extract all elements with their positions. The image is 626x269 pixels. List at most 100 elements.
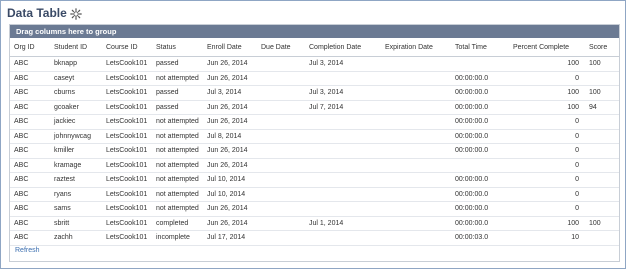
table-cell: LetsCook101 — [102, 158, 152, 173]
table-cell: ABC — [10, 56, 50, 72]
column-header-due-date[interactable]: Due Date — [257, 38, 305, 57]
table-cell — [381, 187, 451, 202]
table-cell: sams — [50, 201, 102, 217]
table-cell: not attempted — [152, 201, 203, 217]
column-header-total-time[interactable]: Total Time — [451, 38, 509, 57]
table-cell: 100 — [509, 216, 585, 231]
table-row[interactable]: ABC zachh LetsCook101 incomplete Jul 17, 201… — [10, 230, 619, 246]
table-row[interactable]: ABC sams LetsCook101 not attempted Jun 26, 2… — [10, 201, 619, 217]
table-cell: Jun 26, 2014 — [203, 216, 257, 231]
table-cell — [257, 216, 305, 231]
table-cell: LetsCook101 — [102, 56, 152, 72]
table-row[interactable]: ABC sbritt LetsCook101 completed Jun 26, 201… — [10, 216, 619, 231]
table-cell: not attempted — [152, 158, 203, 173]
table-cell: not attempted — [152, 143, 203, 159]
table-cell: raztest — [50, 172, 102, 188]
table-row[interactable]: ABC ryans LetsCook101 not attempted Jul 10, … — [10, 187, 619, 202]
table-cell — [585, 158, 619, 173]
table-cell: 00:00:00.0 — [451, 143, 509, 159]
table-row[interactable]: ABC caseyt LetsCook101 not attempted Jun 26,… — [10, 71, 619, 86]
table-cell: 0 — [509, 158, 585, 173]
table-cell — [381, 216, 451, 231]
column-header-expiration-date[interactable]: Expiration Date — [381, 38, 451, 57]
table-cell: Jul 1, 2014 — [305, 216, 381, 231]
table-cell — [257, 100, 305, 115]
table-cell: ryans — [50, 187, 102, 202]
table-cell: not attempted — [152, 129, 203, 144]
table-cell — [381, 85, 451, 101]
table-cell: ABC — [10, 158, 50, 173]
table-cell — [381, 158, 451, 173]
table-cell: Jul 10, 2014 — [203, 172, 257, 188]
gear-icon[interactable] — [69, 7, 82, 20]
table-cell: Jun 26, 2014 — [203, 100, 257, 115]
table-cell — [381, 230, 451, 246]
column-header-completion-date[interactable]: Completion Date — [305, 38, 381, 57]
table-cell: 100 — [509, 85, 585, 101]
table-cell — [257, 143, 305, 159]
table-cell — [257, 129, 305, 144]
table-cell: ABC — [10, 187, 50, 202]
table-row[interactable]: ABC jackiec LetsCook101 not attempted Jun 26… — [10, 114, 619, 130]
table-row[interactable]: ABC johnnywcag LetsCook101 not attempted Jul… — [10, 129, 619, 144]
column-header-status[interactable]: Status — [152, 38, 203, 57]
table-cell — [257, 56, 305, 72]
table-row[interactable]: ABC cburns LetsCook101 passed Jul 3, 2014 Jul… — [10, 85, 619, 101]
table-cell — [381, 114, 451, 130]
table-cell: not attempted — [152, 114, 203, 130]
table-cell: 100 — [509, 56, 585, 72]
table-cell — [305, 71, 381, 86]
data-table: Org ID Student ID Course ID Status Enroll Da… — [10, 38, 619, 246]
table-cell: ABC — [10, 143, 50, 159]
table-cell: 0 — [509, 143, 585, 159]
table-cell: 0 — [509, 201, 585, 217]
table-cell — [381, 143, 451, 159]
table-cell: 100 — [585, 216, 619, 231]
table-cell: LetsCook101 — [102, 143, 152, 159]
table-cell — [305, 143, 381, 159]
table-cell: sbritt — [50, 216, 102, 231]
table-cell: ABC — [10, 230, 50, 246]
refresh-link[interactable]: Refresh — [15, 247, 40, 254]
table-cell: 100 — [585, 85, 619, 101]
column-header-score[interactable]: Score — [585, 38, 619, 57]
table-cell: 0 — [509, 129, 585, 144]
table-cell: Jul 10, 2014 — [203, 187, 257, 202]
table-cell: Jul 17, 2014 — [203, 230, 257, 246]
table-cell — [381, 56, 451, 72]
table-cell: not attempted — [152, 71, 203, 86]
table-cell: LetsCook101 — [102, 71, 152, 86]
table-cell: LetsCook101 — [102, 230, 152, 246]
data-grid: Drag columns here to group Org ID Student… — [9, 24, 620, 262]
panel-header: Data Table — [7, 5, 82, 21]
table-cell — [305, 129, 381, 144]
table-row[interactable]: ABC raztest LetsCook101 not attempted Jul 10… — [10, 172, 619, 188]
table-cell: kmiller — [50, 143, 102, 159]
group-drop-zone[interactable]: Drag columns here to group — [10, 25, 619, 38]
table-cell — [381, 71, 451, 86]
table-cell: ABC — [10, 216, 50, 231]
column-header-course-id[interactable]: Course ID — [102, 38, 152, 57]
table-cell: bknapp — [50, 56, 102, 72]
table-cell: LetsCook101 — [102, 172, 152, 188]
data-table-panel: Data Table Drag columns here to group Or… — [0, 0, 626, 269]
column-header-percent-complete[interactable]: Percent Complete — [509, 38, 585, 57]
table-cell: 0 — [509, 172, 585, 188]
table-cell: LetsCook101 — [102, 187, 152, 202]
column-header-student-id[interactable]: Student ID — [50, 38, 102, 57]
table-row[interactable]: ABC gcoaker LetsCook101 passed Jun 26, 2014 J… — [10, 100, 619, 115]
table-cell: Jul 8, 2014 — [203, 129, 257, 144]
table-cell — [257, 71, 305, 86]
column-header-org-id[interactable]: Org ID — [10, 38, 50, 57]
table-cell: 00:00:03.0 — [451, 230, 509, 246]
table-row[interactable]: ABC kmiller LetsCook101 not attempted Jun 26… — [10, 143, 619, 159]
table-cell: passed — [152, 56, 203, 72]
column-header-enroll-date[interactable]: Enroll Date — [203, 38, 257, 57]
table-cell — [585, 143, 619, 159]
table-cell — [451, 158, 509, 173]
table-row[interactable]: ABC kramage LetsCook101 not attempted Jun 26… — [10, 158, 619, 173]
table-row[interactable]: ABC bknapp LetsCook101 passed Jun 26, 2014 Ju… — [10, 56, 619, 72]
table-cell: ABC — [10, 71, 50, 86]
table-cell: 0 — [509, 71, 585, 86]
table-cell: Jul 7, 2014 — [305, 100, 381, 115]
